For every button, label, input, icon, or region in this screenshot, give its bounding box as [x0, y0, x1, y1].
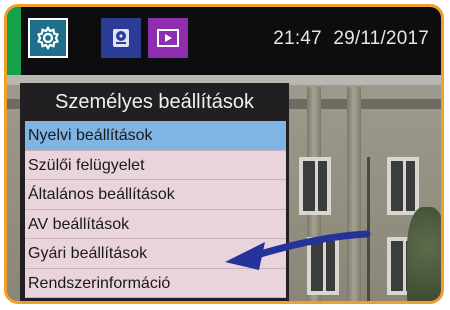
- tv-screen: 21:47 29/11/2017 Személyes beállítások N…: [4, 4, 444, 304]
- green-edge: [7, 7, 21, 75]
- clock: 21:47 29/11/2017: [273, 28, 429, 50]
- menu-title: Személyes beállítások: [55, 91, 254, 113]
- menu-item-general[interactable]: Általános beállítások: [25, 180, 286, 210]
- top-bar: 21:47 29/11/2017: [7, 7, 441, 75]
- hard-drive-icon: [113, 29, 129, 47]
- tab-media[interactable]: [148, 18, 188, 58]
- gear-icon: [36, 26, 60, 50]
- tab-settings[interactable]: [28, 18, 68, 58]
- time-display: 21:47: [273, 28, 322, 49]
- pointer-arrow-icon: [225, 230, 371, 270]
- tab-storage[interactable]: [101, 18, 141, 58]
- menu-item-language[interactable]: Nyelvi beállítások: [25, 121, 286, 151]
- date-display: 29/11/2017: [333, 28, 429, 49]
- menu-item-parental-control[interactable]: Szülői felügyelet: [25, 150, 286, 180]
- play-icon: [157, 29, 179, 47]
